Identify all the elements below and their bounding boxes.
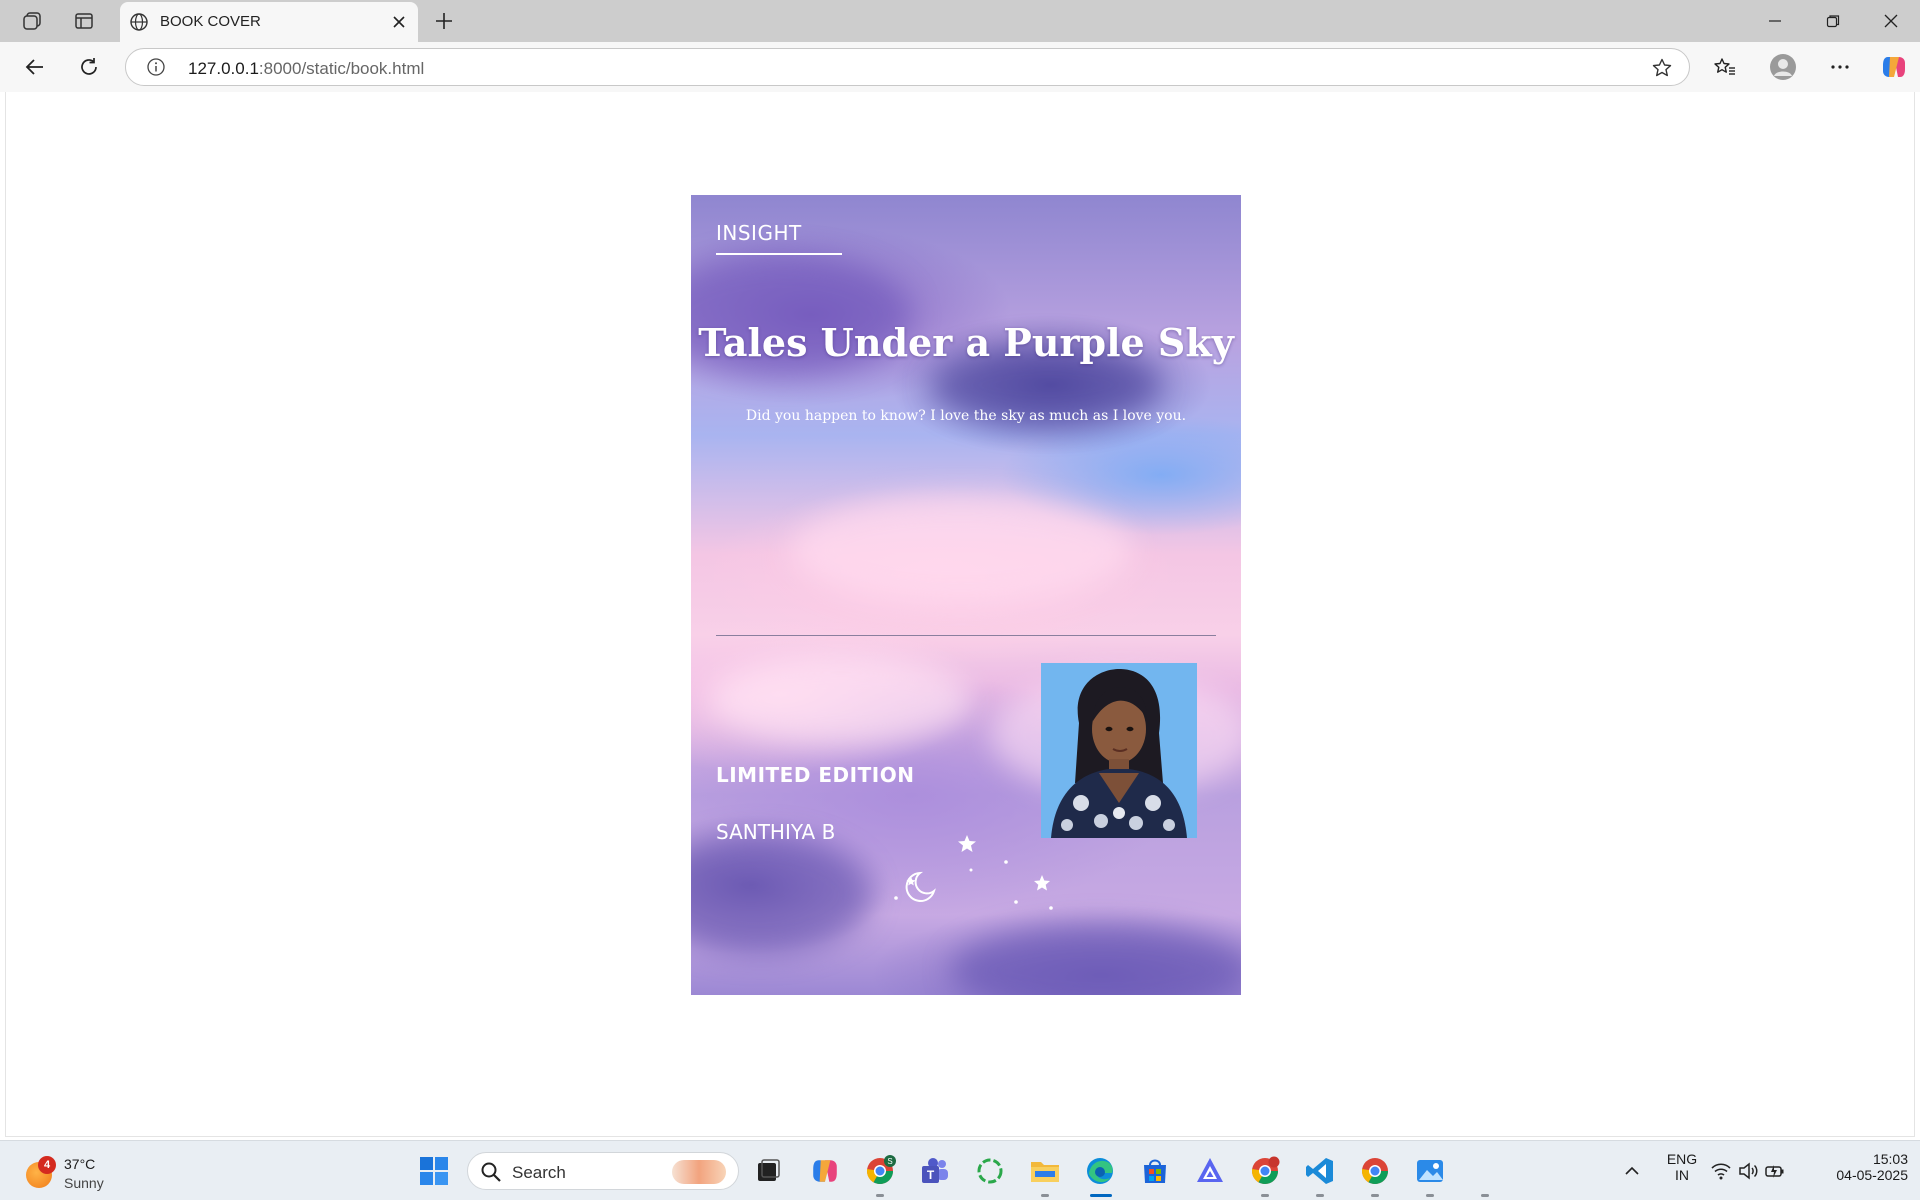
- taskbar-search[interactable]: Search: [467, 1152, 739, 1190]
- book-cover: INSIGHT Tales Under a Purple Sky Did you…: [691, 195, 1241, 995]
- photos-icon[interactable]: [1412, 1153, 1448, 1189]
- url-host: 127.0.0.1: [188, 59, 259, 78]
- refresh-app-icon[interactable]: [972, 1153, 1008, 1189]
- wifi-icon[interactable]: [1709, 1153, 1733, 1189]
- close-tab-icon[interactable]: [388, 11, 410, 33]
- cloud-shape: [691, 835, 871, 955]
- tab-book-cover[interactable]: BOOK COVER: [120, 2, 418, 42]
- search-label: Search: [512, 1163, 566, 1182]
- favorites-icon[interactable]: [1710, 52, 1740, 82]
- back-icon[interactable]: [20, 52, 50, 82]
- taskbar: 4 37°C Sunny Search S T ENG IN 15:03 04-…: [0, 1140, 1920, 1200]
- microsoft-store-icon[interactable]: [1137, 1153, 1173, 1189]
- address-bar[interactable]: 127.0.0.1:8000/static/book.html: [125, 48, 1690, 86]
- running-indicator: [1261, 1194, 1269, 1197]
- author-photo: [1041, 663, 1197, 838]
- url-path: :8000/static/book.html: [258, 59, 425, 78]
- url-text: 127.0.0.1:8000/static/book.html: [188, 59, 424, 79]
- info-icon[interactable]: [146, 57, 166, 82]
- weather-condition: Sunny: [64, 1175, 104, 1191]
- copilot-icon[interactable]: [1879, 52, 1909, 82]
- book-tagline: Did you happen to know? I love the sky a…: [745, 408, 1187, 424]
- restore-icon[interactable]: [1818, 8, 1848, 34]
- running-indicator: [1041, 1194, 1049, 1197]
- task-view-icon[interactable]: [750, 1153, 786, 1189]
- running-indicator: [1481, 1194, 1489, 1197]
- cloud-shape: [711, 655, 971, 745]
- brand-label: INSIGHT: [716, 221, 802, 245]
- chrome-icon-2[interactable]: [1357, 1153, 1393, 1189]
- running-indicator: [1371, 1194, 1379, 1197]
- chrome-icon[interactable]: [1247, 1153, 1283, 1189]
- refresh-icon[interactable]: [74, 52, 104, 82]
- book-title: Tales Under a Purple Sky: [698, 320, 1234, 365]
- active-indicator: [1090, 1194, 1112, 1197]
- author-name: SANTHIYA B: [716, 820, 836, 844]
- running-indicator: [876, 1194, 884, 1197]
- cloud-shape: [791, 495, 1131, 605]
- chevron-up-icon[interactable]: [1614, 1153, 1650, 1189]
- vscode-icon[interactable]: [1302, 1153, 1338, 1189]
- vertical-tabs-icon[interactable]: [71, 8, 97, 34]
- clock-time: 15:03: [1872, 1151, 1908, 1167]
- tab-title: BOOK COVER: [160, 13, 261, 30]
- battery-icon[interactable]: [1763, 1153, 1787, 1189]
- clock-date: 04-05-2025: [1836, 1167, 1908, 1183]
- notification-badge: 4: [38, 1156, 56, 1174]
- tab-bar: BOOK COVER: [0, 0, 1920, 42]
- file-explorer-icon[interactable]: [1027, 1153, 1063, 1189]
- close-window-icon[interactable]: [1876, 8, 1906, 34]
- search-highlight-image: [672, 1160, 726, 1184]
- moon-stars-icon: [894, 835, 1053, 910]
- brand-underline: [716, 253, 842, 255]
- new-tab-icon[interactable]: [431, 8, 457, 34]
- volume-icon[interactable]: [1736, 1153, 1760, 1189]
- more-options-icon[interactable]: [1825, 52, 1855, 82]
- start-windows-icon[interactable]: [416, 1153, 452, 1189]
- edition-label: LIMITED EDITION: [716, 763, 915, 787]
- app-launcher-icon[interactable]: [1192, 1153, 1228, 1189]
- language-code: ENG: [1666, 1151, 1698, 1167]
- weather-temperature: 37°C: [64, 1156, 96, 1172]
- profile-avatar-icon[interactable]: [1768, 52, 1798, 82]
- chrome-profile-icon[interactable]: S: [862, 1153, 898, 1189]
- workspaces-icon[interactable]: [19, 8, 45, 34]
- svg-text:S: S: [887, 1157, 892, 1166]
- region-code: IN: [1675, 1167, 1689, 1183]
- search-icon: [480, 1161, 502, 1188]
- page-viewport: INSIGHT Tales Under a Purple Sky Did you…: [5, 92, 1915, 1137]
- language-indicator[interactable]: ENG IN: [1658, 1151, 1706, 1183]
- cloud-shape: [951, 925, 1241, 995]
- running-indicator: [1316, 1194, 1324, 1197]
- copilot-app-icon[interactable]: [807, 1153, 843, 1189]
- edge-icon[interactable]: [1082, 1153, 1118, 1189]
- teams-icon[interactable]: T: [917, 1153, 953, 1189]
- clock[interactable]: 15:03 04-05-2025: [1812, 1151, 1908, 1183]
- running-indicator: [1426, 1194, 1434, 1197]
- weather-widget[interactable]: 4 37°C Sunny: [26, 1150, 146, 1192]
- globe-icon: [128, 11, 150, 38]
- favorite-star-icon[interactable]: [1651, 57, 1673, 84]
- browser-toolbar: 127.0.0.1:8000/static/book.html: [0, 42, 1920, 92]
- section-divider: [716, 635, 1216, 636]
- minimize-icon[interactable]: [1760, 8, 1790, 34]
- svg-text:T: T: [927, 1168, 935, 1182]
